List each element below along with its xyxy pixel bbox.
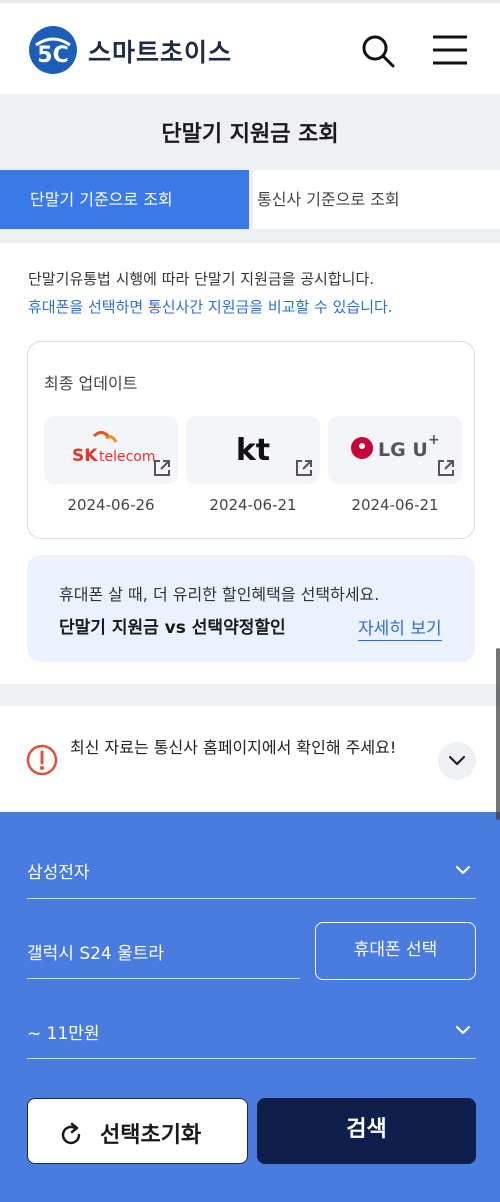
select-phone-button[interactable]: 휴대폰 선택	[315, 922, 476, 980]
svg-text:kt: kt	[236, 433, 270, 468]
chevron-down-icon	[449, 756, 465, 766]
alert-expand-button[interactable]	[438, 742, 476, 780]
carrier-kt[interactable]: kt 2024-06-21	[186, 416, 320, 514]
chevron-down-icon[interactable]	[455, 866, 471, 876]
external-link-icon[interactable]	[294, 458, 314, 478]
update-card: 최종 업데이트 SK telecom 2024-06-26 kt 2024-06…	[27, 341, 475, 539]
search-panel: 삼성전자 갤럭시 S24 울트라 휴대폰 선택 ~ 11만원 선택초기화 검색	[0, 812, 500, 1202]
alert-bar: 최신 자료는 통신사 홈페이지에서 확인해 주세요!	[0, 706, 500, 812]
carrier-tile[interactable]: LG U +	[328, 416, 462, 484]
search-submit-button[interactable]: 검색	[257, 1098, 476, 1164]
manufacturer-select[interactable]: 삼성전자	[27, 858, 90, 883]
carrier-tile[interactable]: SK telecom	[44, 416, 178, 484]
notice-highlight: 휴대폰을 선택하면 통신사간 지원금을 비교할 수 있습니다.	[28, 298, 393, 316]
field-underline	[27, 898, 476, 899]
search-icon[interactable]	[358, 31, 398, 71]
field-underline	[27, 1058, 476, 1059]
svg-text:SK: SK	[72, 446, 98, 466]
carrier-lgu[interactable]: LG U + 2024-06-21	[328, 416, 462, 514]
carrier-skt[interactable]: SK telecom 2024-06-26	[44, 416, 178, 514]
promo-banner: 휴대폰 살 때, 더 유리한 할인혜택을 선택하세요. 단말기 지원금 vs 선…	[27, 555, 475, 662]
promo-title: 단말기 지원금 vs 선택약정할인	[59, 618, 286, 638]
scrollbar[interactable]	[496, 648, 500, 820]
tab-by-carrier[interactable]: 통신사 기준으로 조회	[253, 170, 500, 229]
notice-text: 단말기유통법 시행에 따라 단말기 지원금을 공시합니다.	[28, 270, 375, 288]
divider	[0, 684, 500, 706]
price-select[interactable]: ~ 11만원	[27, 1019, 100, 1044]
carrier-tile[interactable]: kt	[186, 416, 320, 484]
field-underline	[27, 978, 300, 979]
svg-text:5C: 5C	[37, 43, 68, 68]
external-link-icon[interactable]	[436, 458, 456, 478]
model-input[interactable]: 갤럭시 S24 울트라	[27, 939, 164, 964]
svg-text:+: +	[428, 432, 440, 448]
title-band: 단말기 지원금 조회	[0, 94, 500, 170]
svg-text:LG U: LG U	[378, 439, 428, 461]
carrier-date: 2024-06-21	[351, 496, 439, 514]
brand-name[interactable]: 스마트초이스	[88, 33, 232, 69]
svg-text:telecom: telecom	[99, 449, 156, 465]
carrier-date: 2024-06-21	[209, 496, 297, 514]
tab-bar: 단말기 기준으로 조회 통신사 기준으로 조회	[0, 170, 500, 229]
carrier-date: 2024-06-26	[67, 496, 155, 514]
alert-text: 최신 자료는 통신사 홈페이지에서 확인해 주세요!	[70, 738, 397, 757]
promo-detail-link[interactable]: 자세히 보기	[358, 614, 442, 641]
app-header: 5C 스마트초이스	[0, 0, 500, 94]
smartchoice-logo-icon[interactable]: 5C	[28, 25, 78, 75]
page-title: 단말기 지원금 조회	[161, 122, 339, 147]
chevron-down-icon[interactable]	[455, 1026, 471, 1036]
tab-by-device[interactable]: 단말기 기준으로 조회	[0, 170, 249, 229]
promo-text: 휴대폰 살 때, 더 유리한 할인혜택을 선택하세요.	[59, 585, 380, 604]
refresh-icon	[61, 1122, 81, 1145]
reset-selection-button[interactable]: 선택초기화	[27, 1098, 248, 1164]
divider	[0, 229, 500, 243]
external-link-icon[interactable]	[152, 458, 172, 478]
reset-label: 선택초기화	[100, 1123, 202, 1148]
update-heading: 최종 업데이트	[44, 374, 138, 393]
exclamation-icon	[26, 744, 58, 776]
hamburger-menu-icon[interactable]	[430, 31, 470, 71]
